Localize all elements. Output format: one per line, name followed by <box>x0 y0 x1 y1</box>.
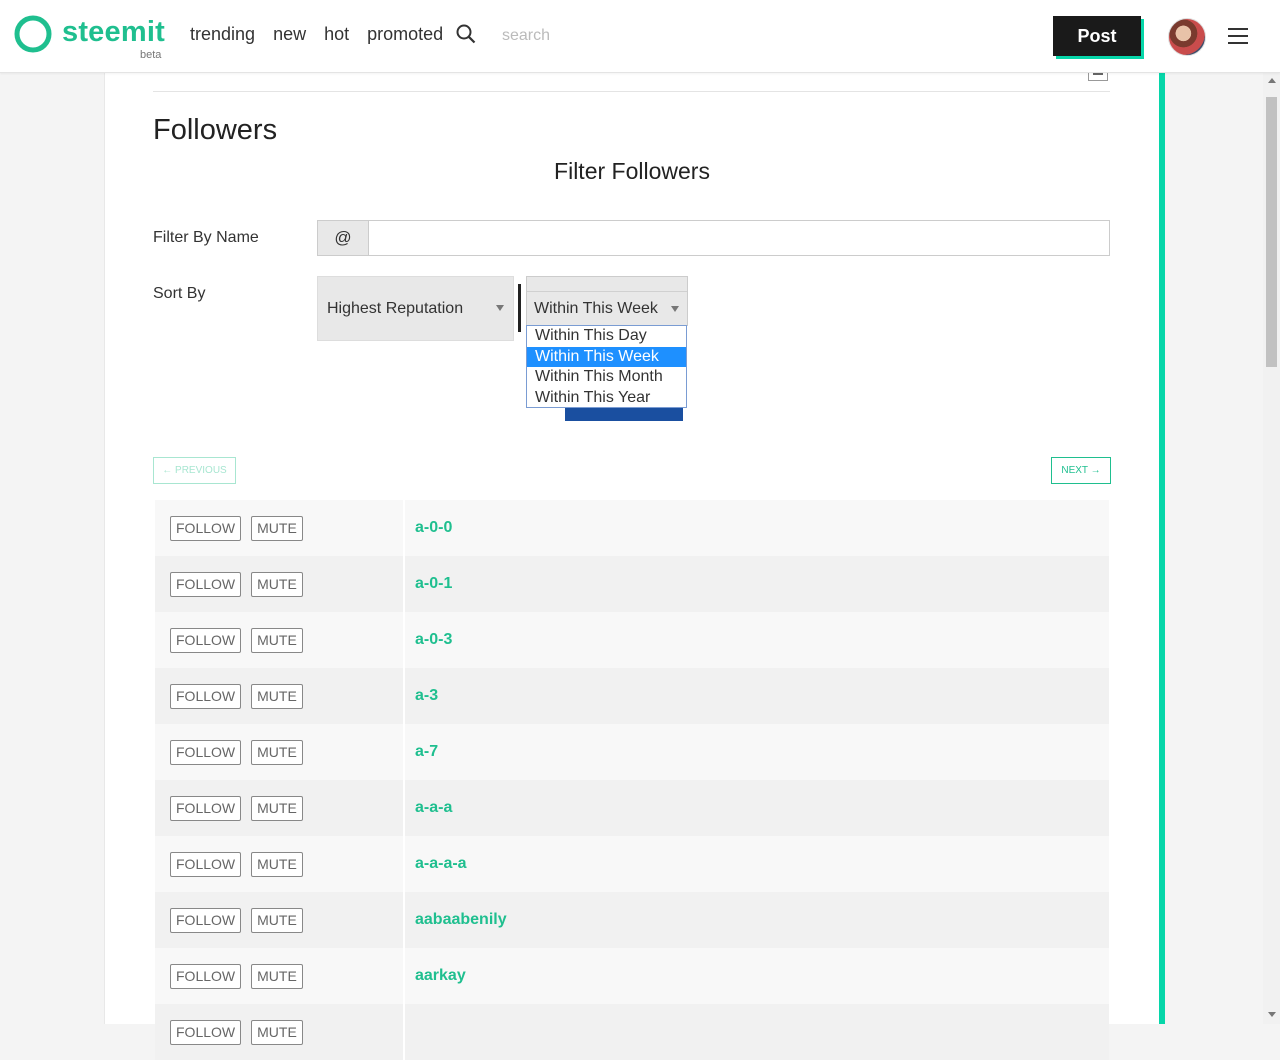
follower-name[interactable]: a-0-3 <box>405 612 1109 668</box>
follower-name[interactable]: a-7 <box>405 724 1109 780</box>
mute-button[interactable]: MUTE <box>251 739 303 765</box>
follow-button[interactable]: FOLLOW <box>170 683 242 709</box>
filter-name-label: Filter By Name <box>153 229 259 246</box>
follow-button[interactable]: FOLLOW <box>170 795 242 821</box>
follower-name[interactable]: a-0-0 <box>405 500 1109 556</box>
period-option-month[interactable]: Within This Month <box>527 367 686 388</box>
scroll-thumb[interactable] <box>1266 97 1277 367</box>
mute-button[interactable]: MUTE <box>251 907 303 933</box>
follow-button[interactable]: FOLLOW <box>170 907 242 933</box>
divider <box>153 91 1110 92</box>
list-item: FOLLOW MUTE a-0-1 <box>155 556 1109 612</box>
period-dropdown: Within This Day Within This Week Within … <box>526 325 687 408</box>
chevron-down-icon <box>496 305 504 311</box>
search-icon[interactable] <box>456 24 476 44</box>
list-item: FOLLOW MUTE aarkay <box>155 948 1109 1004</box>
mute-button[interactable]: MUTE <box>251 627 303 653</box>
list-item: FOLLOW MUTE a-7 <box>155 724 1109 780</box>
at-addon: @ <box>318 221 369 255</box>
text-cursor <box>518 284 521 332</box>
nav-hot[interactable]: hot <box>324 24 349 45</box>
steemit-logo-icon[interactable] <box>14 15 52 53</box>
brand-name[interactable]: steemit <box>62 16 165 49</box>
period-option-year[interactable]: Within This Year <box>527 388 686 409</box>
page-title: Followers <box>153 114 278 146</box>
period-option-week[interactable]: Within This Week <box>527 346 686 367</box>
post-button[interactable]: Post <box>1053 16 1144 59</box>
sort-by-label: Sort By <box>153 285 206 302</box>
accent-bar <box>1159 72 1165 1024</box>
follow-button[interactable]: FOLLOW <box>170 739 242 765</box>
follower-name[interactable]: a-a-a-a <box>405 836 1109 892</box>
period-select[interactable]: Within This Week <box>526 276 688 326</box>
followers-list: FOLLOW MUTE a-0-0 FOLLOW MUTE a-0-1 FOLLOW… <box>155 500 1109 1060</box>
filter-name-group: @ <box>317 220 1110 256</box>
scrollbar[interactable] <box>1263 72 1280 1024</box>
mute-button[interactable]: MUTE <box>251 571 303 597</box>
previous-button[interactable]: ← PREVIOUS <box>153 457 236 484</box>
list-item: FOLLOW MUTE a-a-a <box>155 780 1109 836</box>
mute-button[interactable]: MUTE <box>251 1019 303 1045</box>
follower-name[interactable]: aabaabenily <box>405 892 1109 948</box>
avatar[interactable] <box>1168 18 1206 56</box>
sort-select[interactable]: Highest Reputation <box>317 276 514 341</box>
beta-label: beta <box>140 49 162 61</box>
mute-button[interactable]: MUTE <box>251 963 303 989</box>
follow-button[interactable]: FOLLOW <box>170 851 242 877</box>
nav-trending[interactable]: trending <box>190 24 255 45</box>
follow-button[interactable]: FOLLOW <box>170 963 242 989</box>
mute-button[interactable]: MUTE <box>251 795 303 821</box>
sort-select-value: Highest Reputation <box>327 299 464 317</box>
filter-title: Filter Followers <box>554 158 710 184</box>
list-item: FOLLOW MUTE a-0-3 <box>155 612 1109 668</box>
mute-button[interactable]: MUTE <box>251 851 303 877</box>
scroll-up-icon[interactable] <box>1268 78 1276 83</box>
chevron-down-icon <box>671 306 679 312</box>
mute-button[interactable]: MUTE <box>251 515 303 541</box>
nav-promoted[interactable]: promoted <box>367 24 443 45</box>
follower-name[interactable]: aarkay <box>405 948 1109 1004</box>
nav-new[interactable]: new <box>273 24 306 45</box>
follower-name[interactable]: a-0-1 <box>405 556 1109 612</box>
follow-button[interactable]: FOLLOW <box>170 515 242 541</box>
search-input[interactable] <box>500 22 704 50</box>
period-select-value: Within This Week <box>534 299 658 317</box>
filter-name-input[interactable] <box>369 221 1109 255</box>
follower-name[interactable]: a-3 <box>405 668 1109 724</box>
follow-button[interactable]: FOLLOW <box>170 627 242 653</box>
follow-button[interactable]: FOLLOW <box>170 571 242 597</box>
top-header: steemit beta trending new hot promoted P… <box>0 0 1280 73</box>
follower-name[interactable]: a-a-a <box>405 780 1109 836</box>
list-item: FOLLOW MUTE a-a-a-a <box>155 836 1109 892</box>
list-item: FOLLOW MUTE a-0-0 <box>155 500 1109 556</box>
period-option-day[interactable]: Within This Day <box>527 326 686 347</box>
scroll-down-icon[interactable] <box>1268 1012 1276 1017</box>
list-item: FOLLOW MUTE a-3 <box>155 668 1109 724</box>
hamburger-menu-icon[interactable] <box>1228 28 1248 45</box>
list-item: FOLLOW MUTE aabaabenily <box>155 892 1109 948</box>
next-button[interactable]: NEXT → <box>1051 457 1111 484</box>
follower-name[interactable] <box>405 1004 1109 1060</box>
main-nav: trending new hot promoted <box>190 24 443 45</box>
mute-button[interactable]: MUTE <box>251 683 303 709</box>
follow-button[interactable]: FOLLOW <box>170 1019 242 1045</box>
list-item: FOLLOW MUTE <box>155 1004 1109 1060</box>
